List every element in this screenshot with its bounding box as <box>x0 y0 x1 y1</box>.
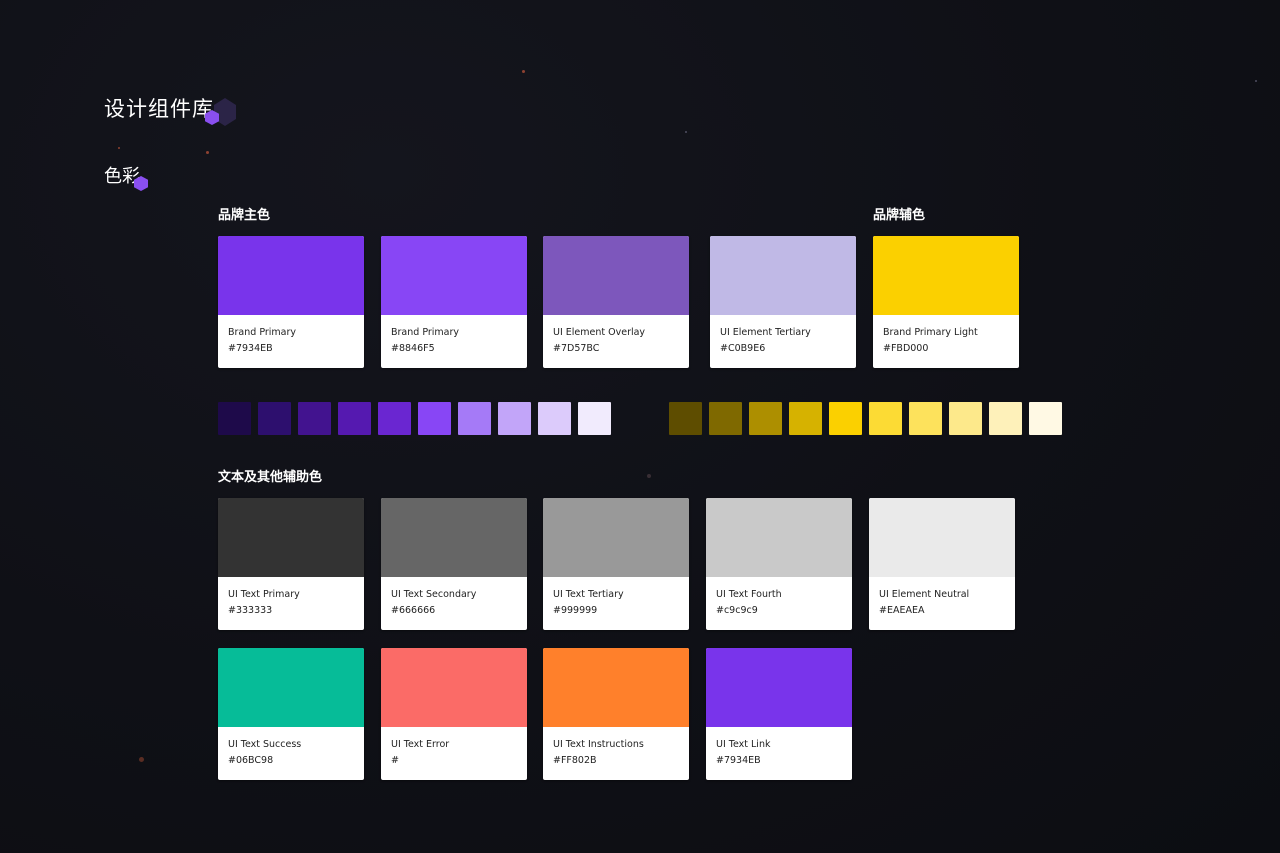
color-name: UI Text Tertiary <box>553 589 624 600</box>
tint-swatch[interactable] <box>989 402 1022 435</box>
color-swatch <box>218 648 364 727</box>
tint-swatch[interactable] <box>749 402 782 435</box>
color-card-ui-text-tertiary[interactable]: UI Text Tertiary #999999 <box>543 498 689 630</box>
color-name: UI Element Neutral <box>879 589 970 600</box>
color-name: UI Text Instructions <box>553 739 644 750</box>
color-swatch <box>706 498 852 577</box>
color-swatch <box>543 498 689 577</box>
color-hex: #EAEAEA <box>879 605 925 616</box>
background-speck <box>647 474 651 478</box>
color-name: UI Text Fourth <box>716 589 782 600</box>
color-swatch <box>873 236 1019 315</box>
color-card-ui-text-primary[interactable]: UI Text Primary #333333 <box>218 498 364 630</box>
tint-swatch[interactable] <box>338 402 371 435</box>
background-speck <box>206 151 209 154</box>
color-hex: #7D57BC <box>553 343 600 354</box>
color-hex: #333333 <box>228 605 273 616</box>
color-swatch <box>218 498 364 577</box>
color-hex: #FF802B <box>553 755 597 766</box>
group-label-brand-primary: 品牌主色 <box>218 208 271 223</box>
color-card-brand-primary[interactable]: Brand Primary #7934EB <box>218 236 364 368</box>
color-hex: #FBD000 <box>883 343 929 354</box>
color-name: UI Element Tertiary <box>720 327 811 338</box>
color-card-ui-text-link[interactable]: UI Text Link #7934EB <box>706 648 852 780</box>
color-card-ui-text-instructions[interactable]: UI Text Instructions #FF802B <box>543 648 689 780</box>
color-card-ui-text-secondary[interactable]: UI Text Secondary #666666 <box>381 498 527 630</box>
color-card-brand-primary-light[interactable]: Brand Primary Light #FBD000 <box>873 236 1019 368</box>
color-swatch <box>381 236 527 315</box>
color-card-ui-element-overlay[interactable]: UI Element Overlay #7D57BC <box>543 236 689 368</box>
page-title: 设计组件库 <box>104 97 214 121</box>
tint-swatch[interactable] <box>258 402 291 435</box>
tint-swatch[interactable] <box>1029 402 1062 435</box>
color-swatch <box>543 648 689 727</box>
tint-swatch[interactable] <box>789 402 822 435</box>
color-card-ui-element-neutral[interactable]: UI Element Neutral #EAEAEA <box>869 498 1015 630</box>
color-swatch <box>543 236 689 315</box>
tint-swatch[interactable] <box>458 402 491 435</box>
design-library-page: 设计组件库 色彩 品牌主色 品牌辅色 文本及其他辅助色 Brand Primar… <box>0 0 1280 853</box>
color-hex: #999999 <box>553 605 598 616</box>
tint-swatch[interactable] <box>949 402 982 435</box>
color-hex: #666666 <box>391 605 436 616</box>
color-hex: # <box>391 755 399 766</box>
color-hex: #c9c9c9 <box>716 605 758 616</box>
color-name: UI Text Secondary <box>391 589 477 600</box>
color-swatch <box>710 236 856 315</box>
color-hex: #C0B9E6 <box>720 343 766 354</box>
color-hex: #8846F5 <box>391 343 435 354</box>
color-card-ui-text-error[interactable]: UI Text Error # <box>381 648 527 780</box>
color-hex: #06BC98 <box>228 755 274 766</box>
tint-swatch[interactable] <box>909 402 942 435</box>
tint-swatch[interactable] <box>578 402 611 435</box>
color-swatch <box>706 648 852 727</box>
color-name: Brand Primary <box>391 327 460 338</box>
color-card-ui-text-fourth[interactable]: UI Text Fourth #c9c9c9 <box>706 498 852 630</box>
color-name: UI Text Success <box>228 739 302 750</box>
color-name: UI Text Error <box>391 739 450 750</box>
color-card-ui-text-success[interactable]: UI Text Success #06BC98 <box>218 648 364 780</box>
tint-swatch[interactable] <box>669 402 702 435</box>
tint-swatch[interactable] <box>869 402 902 435</box>
tint-swatch[interactable] <box>538 402 571 435</box>
tint-swatch[interactable] <box>829 402 862 435</box>
group-label-text-other: 文本及其他辅助色 <box>218 470 323 485</box>
background-speck <box>139 757 144 762</box>
color-swatch <box>218 236 364 315</box>
background-speck <box>118 147 120 149</box>
color-swatch <box>869 498 1015 577</box>
background-speck <box>685 131 687 133</box>
color-name: UI Text Link <box>716 739 771 750</box>
color-card-ui-element-tertiary[interactable]: UI Element Tertiary #C0B9E6 <box>710 236 856 368</box>
color-hex: #7934EB <box>716 755 761 766</box>
background-speck <box>1255 80 1257 82</box>
color-name: Brand Primary Light <box>883 327 978 338</box>
color-name: Brand Primary <box>228 327 297 338</box>
group-label-brand-secondary: 品牌辅色 <box>873 208 926 223</box>
color-swatch <box>381 648 527 727</box>
color-card-brand-primary-alt[interactable]: Brand Primary #8846F5 <box>381 236 527 368</box>
color-name: UI Element Overlay <box>553 327 646 338</box>
tint-swatch[interactable] <box>709 402 742 435</box>
background-speck <box>522 70 525 73</box>
tint-swatch[interactable] <box>218 402 251 435</box>
color-name: UI Text Primary <box>228 589 300 600</box>
tint-swatch[interactable] <box>378 402 411 435</box>
color-swatch <box>381 498 527 577</box>
tint-swatch[interactable] <box>298 402 331 435</box>
color-hex: #7934EB <box>228 343 273 354</box>
tint-swatch[interactable] <box>498 402 531 435</box>
tint-swatch[interactable] <box>418 402 451 435</box>
